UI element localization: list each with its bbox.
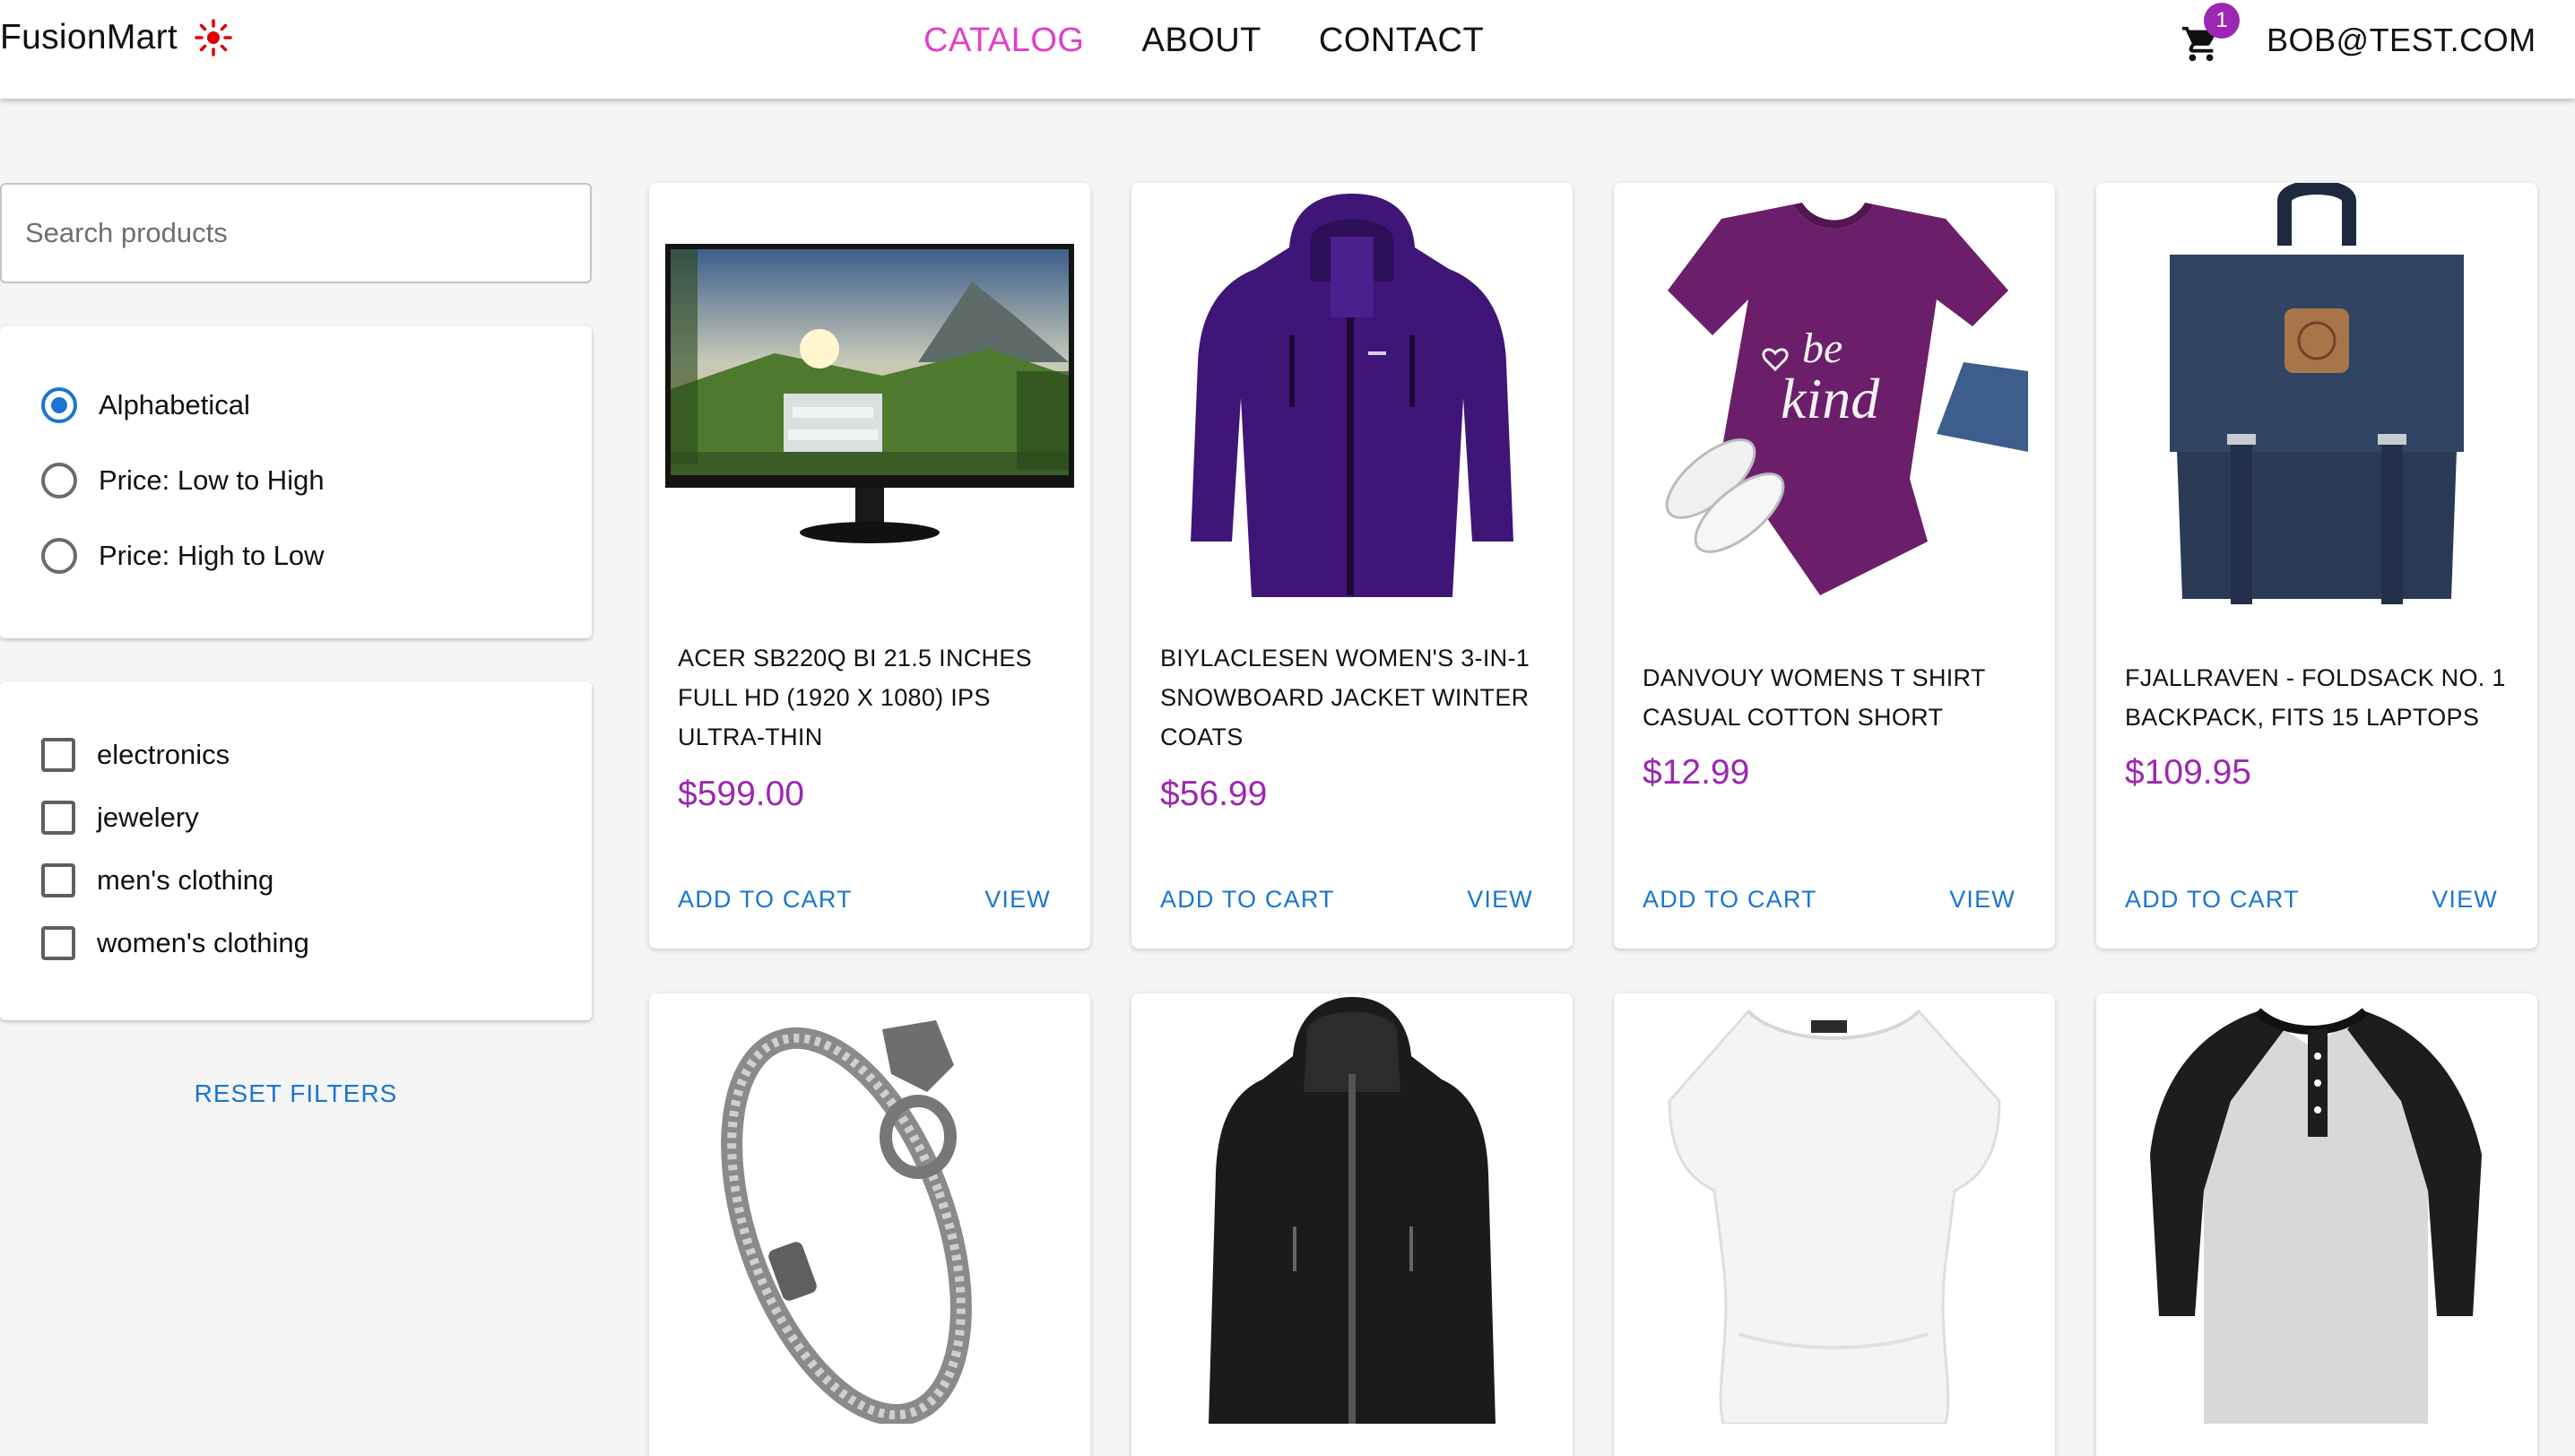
radio-unchecked-icon[interactable] bbox=[41, 463, 77, 498]
product-card[interactable] bbox=[1614, 993, 2055, 1456]
category-label: women's clothing bbox=[97, 927, 309, 958]
checkbox-icon[interactable] bbox=[41, 926, 75, 960]
product-card[interactable]: FJALLRAVEN - FOLDSACK NO. 1 BACKPACK, FI… bbox=[2096, 183, 2537, 949]
sort-option-alphabetical[interactable]: Alphabetical bbox=[41, 387, 250, 423]
product-card[interactable] bbox=[1131, 993, 1573, 1456]
radio-checked-icon[interactable] bbox=[41, 387, 77, 423]
svg-text:be: be bbox=[1802, 325, 1842, 372]
brand-logo[interactable]: FusionMart bbox=[0, 18, 233, 57]
category-label: jewelery bbox=[97, 802, 199, 833]
category-filter-panel: electronics jewelery men's clothing wome… bbox=[0, 681, 592, 1020]
brand-name: FusionMart bbox=[0, 18, 178, 56]
product-image-purple-jacket[interactable] bbox=[1131, 183, 1573, 613]
sun-icon bbox=[195, 19, 232, 56]
category-womens-clothing[interactable]: women's clothing bbox=[41, 926, 309, 960]
view-button[interactable]: VIEW bbox=[2432, 886, 2498, 914]
category-label: electronics bbox=[97, 739, 230, 770]
product-title: ACER SB220Q BI 21.5 INCHES FULL HD (1920… bbox=[678, 645, 1032, 750]
sort-option-label: Price: High to Low bbox=[99, 540, 325, 571]
cart-count-badge: 1 bbox=[2204, 3, 2240, 39]
view-button[interactable]: VIEW bbox=[1949, 886, 2016, 914]
svg-text:kind: kind bbox=[1781, 367, 1880, 430]
add-to-cart-button[interactable]: ADD TO CART bbox=[678, 886, 853, 914]
nav-about[interactable]: ABOUT bbox=[1141, 22, 1261, 60]
top-app-bar: FusionMart CATALOG ABOUT CONTACT 1 BOB@T… bbox=[0, 0, 2575, 99]
checkbox-icon[interactable] bbox=[41, 863, 75, 897]
checkbox-icon[interactable] bbox=[41, 738, 75, 772]
checkbox-icon[interactable] bbox=[41, 801, 75, 835]
reset-filters-button[interactable]: RESET FILTERS bbox=[0, 1079, 592, 1108]
add-to-cart-button[interactable]: ADD TO CART bbox=[1643, 886, 1817, 914]
product-title: FJALLRAVEN - FOLDSACK NO. 1 BACKPACK, FI… bbox=[2125, 664, 2506, 731]
product-card[interactable]: BIYLACLESEN WOMEN'S 3-IN-1 SNOWBOARD JAC… bbox=[1131, 183, 1573, 949]
sort-option-label: Alphabetical bbox=[99, 389, 250, 420]
category-label: men's clothing bbox=[97, 864, 274, 896]
add-to-cart-button[interactable]: ADD TO CART bbox=[2125, 886, 2300, 914]
radio-unchecked-icon[interactable] bbox=[41, 538, 77, 574]
sort-panel: Alphabetical Price: Low to High Price: H… bbox=[0, 326, 592, 638]
category-electronics[interactable]: electronics bbox=[41, 738, 230, 772]
product-price: $56.99 bbox=[1160, 775, 1268, 813]
add-to-cart-button[interactable]: ADD TO CART bbox=[1160, 886, 1335, 914]
product-card[interactable] bbox=[649, 993, 1090, 1456]
user-account-link[interactable]: BOB@TEST.COM bbox=[2267, 22, 2536, 59]
product-card[interactable] bbox=[2096, 993, 2537, 1456]
view-button[interactable]: VIEW bbox=[984, 886, 1051, 914]
sort-option-price-low-high[interactable]: Price: Low to High bbox=[41, 463, 325, 498]
sort-option-label: Price: Low to High bbox=[99, 464, 325, 496]
category-jewelery[interactable]: jewelery bbox=[41, 801, 199, 835]
product-image-raglan-shirt[interactable] bbox=[2096, 993, 2537, 1424]
category-mens-clothing[interactable]: men's clothing bbox=[41, 863, 273, 897]
product-price: $599.00 bbox=[678, 775, 804, 813]
view-button[interactable]: VIEW bbox=[1467, 886, 1533, 914]
product-card[interactable]: ACER SB220Q BI 21.5 INCHES FULL HD (1920… bbox=[649, 183, 1090, 949]
nav-catalog[interactable]: CATALOG bbox=[923, 22, 1084, 60]
product-image-purple-tshirt[interactable]: be kind bbox=[1614, 183, 2055, 613]
product-image-white-top[interactable] bbox=[1614, 993, 2055, 1424]
product-image-bracelet[interactable] bbox=[649, 993, 1090, 1424]
search-field[interactable] bbox=[0, 183, 592, 283]
sort-option-price-high-low[interactable]: Price: High to Low bbox=[41, 538, 325, 574]
product-image-backpack[interactable] bbox=[2096, 183, 2537, 613]
product-image-leather-jacket[interactable] bbox=[1131, 993, 1573, 1424]
product-card[interactable]: be kind DANVOUY WOMENS T SHIRT CASUAL CO… bbox=[1614, 183, 2055, 949]
product-price: $12.99 bbox=[1643, 753, 1750, 792]
main-nav: CATALOG ABOUT CONTACT bbox=[923, 22, 1541, 60]
product-title: DANVOUY WOMENS T SHIRT CASUAL COTTON SHO… bbox=[1643, 664, 1986, 731]
product-image-monitor[interactable] bbox=[649, 183, 1090, 613]
nav-contact[interactable]: CONTACT bbox=[1319, 22, 1484, 60]
product-price: $109.95 bbox=[2125, 753, 2251, 792]
product-title: BIYLACLESEN WOMEN'S 3-IN-1 SNOWBOARD JAC… bbox=[1160, 645, 1530, 750]
search-input[interactable] bbox=[2, 185, 590, 282]
